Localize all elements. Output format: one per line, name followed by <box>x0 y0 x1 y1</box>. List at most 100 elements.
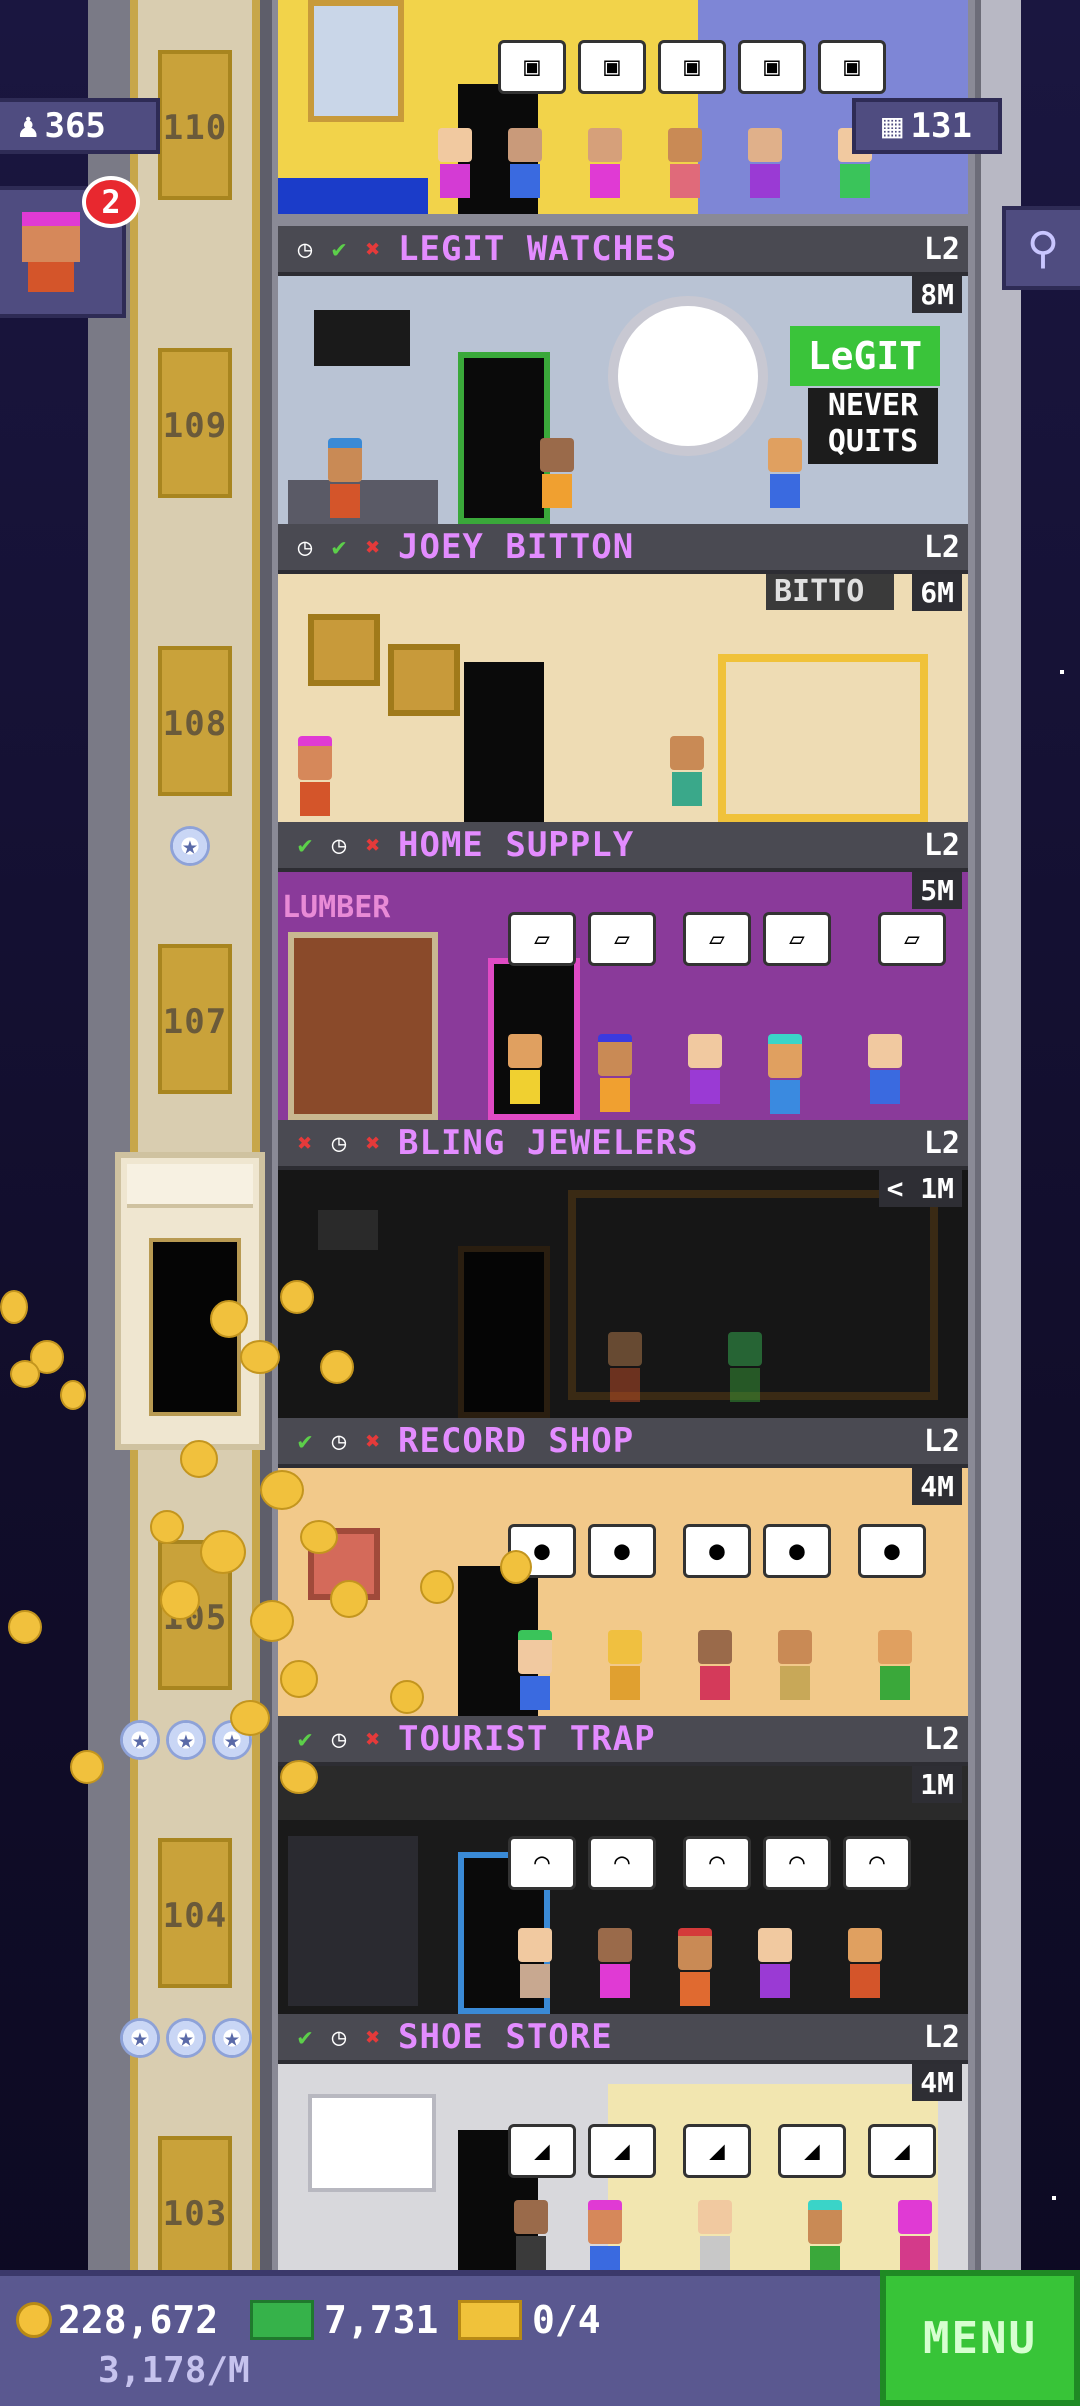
shoe-poster <box>308 2094 436 2192</box>
bitizen[interactable] <box>588 128 622 208</box>
coins-display[interactable]: 228,672 <box>16 2298 218 2342</box>
bitizen[interactable] <box>698 1630 732 1710</box>
bitizen[interactable] <box>540 438 574 518</box>
bux-display[interactable]: 7,731 <box>250 2298 438 2342</box>
star-icon: ★ <box>170 826 210 866</box>
thought-bubble-shoe-icon: ◢ <box>683 2124 751 2178</box>
earnings-badge: 6M <box>912 574 962 611</box>
bitizen[interactable] <box>878 1630 912 1710</box>
elevator-car[interactable] <box>115 1152 265 1450</box>
coin-effect <box>10 1360 40 1388</box>
store-level: L2 <box>923 2020 960 2055</box>
bitizen[interactable] <box>688 1034 722 1114</box>
bitizen[interactable] <box>518 1928 552 2008</box>
search-button[interactable]: ⚲ <box>1002 206 1080 290</box>
store-level: L2 <box>923 530 960 565</box>
floor-108[interactable]: ◷ ✔ ✖ JOEY BITTON L2 BITTO 6M <box>278 524 968 822</box>
coin-effect <box>280 1760 318 1794</box>
bottom-bar: 228,672 3,178/M 7,731 0/4 MENU <box>0 2270 1080 2406</box>
bitizen[interactable] <box>598 1034 632 1114</box>
thought-bubble-shoe-icon: ◢ <box>508 2124 576 2178</box>
store-sign[interactable]: ✔ ◷ ✖ TOURIST TRAP L2 <box>278 1716 968 1766</box>
thought-bubble-ticket-icon: ▣ <box>738 40 806 94</box>
coin-effect <box>330 1580 368 1618</box>
store-level: L2 <box>923 232 960 267</box>
bitizen[interactable] <box>298 736 332 816</box>
bitizen[interactable] <box>678 1928 712 2008</box>
slogan-line: QUITS <box>827 424 919 459</box>
bitizen[interactable] <box>508 128 542 208</box>
bitizen[interactable] <box>328 438 362 518</box>
coin-effect <box>180 1440 218 1478</box>
earnings-badge: 4M <box>912 1468 962 1505</box>
coin-effect <box>200 1530 246 1574</box>
floor-103[interactable]: ✔ ◷ ✖ SHOE STORE L2 ◢ ◢ ◢ ◢ ◢ 4M <box>278 2014 968 2270</box>
floor-105[interactable]: ✔ ◷ ✖ RECORD SHOP L2 ● ● ● ● ● 4M <box>278 1418 968 1716</box>
floor-106[interactable]: ✖ ◷ ✖ BLING JEWELERS L2 < 1M <box>278 1120 968 1418</box>
purse-shelf <box>718 654 928 822</box>
star-icon: ★ <box>166 1720 206 1760</box>
bitizen[interactable] <box>608 1630 642 1710</box>
counter <box>278 178 428 214</box>
status-icons: ◷ ✔ ✖ <box>290 234 388 264</box>
bitizen[interactable] <box>598 1928 632 2008</box>
floor-107[interactable]: ✔ ◷ ✖ HOME SUPPLY L2 LUMBER ▱ ▱ ▱ ▱ ▱ 5M <box>278 822 968 1120</box>
bitizen[interactable] <box>868 1034 902 1114</box>
store-sign[interactable]: ✔ ◷ ✖ HOME SUPPLY L2 <box>278 822 968 872</box>
bitizen[interactable] <box>728 1332 762 1412</box>
bitizen[interactable] <box>768 438 802 518</box>
bitizen[interactable] <box>438 128 472 208</box>
slogan-sign: NEVER QUITS <box>808 388 938 464</box>
bitizen[interactable] <box>670 736 704 816</box>
person-icon: ♟ <box>18 106 39 146</box>
bitizen[interactable] <box>518 1630 552 1710</box>
check-icon: ✔ <box>297 2023 313 2051</box>
clock-icon: ◷ <box>331 1725 347 1753</box>
star-decoration <box>1052 2196 1056 2200</box>
bitizen[interactable] <box>668 128 702 208</box>
status-icons: ✔ ◷ ✖ <box>290 2022 388 2052</box>
floor-number: 107 <box>162 1002 228 1042</box>
bitizen[interactable] <box>608 1332 642 1412</box>
store-sign[interactable]: ✔ ◷ ✖ RECORD SHOP L2 <box>278 1418 968 1468</box>
floor-104[interactable]: ✔ ◷ ✖ TOURIST TRAP L2 ◠ ◠ ◠ ◠ ◠ 1M <box>278 1716 968 2014</box>
bitizen[interactable] <box>508 1034 542 1114</box>
tickets-display[interactable]: 0/4 <box>458 2298 601 2342</box>
coin-effect <box>280 1280 314 1314</box>
bitizen[interactable] <box>758 1928 792 2008</box>
bitizen[interactable] <box>898 2200 932 2270</box>
store-level: L2 <box>923 1126 960 1161</box>
bitizen[interactable] <box>514 2200 548 2270</box>
x-icon: ✖ <box>365 1129 381 1157</box>
thought-bubble-ticket-icon: ▣ <box>578 40 646 94</box>
population-counter[interactable]: ♟ 365 <box>0 98 160 154</box>
floor-number: 104 <box>162 1896 228 1936</box>
bitizen[interactable] <box>588 2200 622 2270</box>
souvenir-shelf <box>278 1766 968 1820</box>
floor-number: 108 <box>162 704 228 744</box>
thought-bubble-plank-icon: ▱ <box>683 912 751 966</box>
check-icon: ✔ <box>331 235 347 263</box>
x-icon: ✖ <box>365 1427 381 1455</box>
coin-effect <box>280 1660 318 1698</box>
menu-button[interactable]: MENU <box>880 2270 1080 2406</box>
store-name: SHOE STORE <box>398 2017 613 2057</box>
bitizen[interactable] <box>768 1034 802 1114</box>
floor-109[interactable]: ◷ ✔ ✖ LEGIT WATCHES L2 LeGIT NEVER QUITS… <box>278 226 968 524</box>
x-icon: ✖ <box>365 1725 381 1753</box>
coin-effect <box>240 1340 280 1374</box>
store-sign[interactable]: ◷ ✔ ✖ JOEY BITTON L2 <box>278 524 968 574</box>
store-sign[interactable]: ◷ ✔ ✖ LEGIT WATCHES L2 <box>278 226 968 276</box>
bitizen[interactable] <box>748 128 782 208</box>
bitizen[interactable] <box>808 2200 842 2270</box>
floor-counter[interactable]: ▦ 131 <box>852 98 1002 154</box>
thought-bubble-record-icon: ● <box>858 1524 926 1578</box>
bitizen[interactable] <box>778 1630 812 1710</box>
star-icon: ★ <box>166 2018 206 2058</box>
store-sign[interactable]: ✔ ◷ ✖ SHOE STORE L2 <box>278 2014 968 2064</box>
population-value: 365 <box>44 106 106 146</box>
elevator-shaft[interactable]: 110 109 108 107 105 104 103 <box>130 0 260 2286</box>
bitizen[interactable] <box>848 1928 882 2008</box>
store-sign[interactable]: ✖ ◷ ✖ BLING JEWELERS L2 <box>278 1120 968 1170</box>
bitizen[interactable] <box>698 2200 732 2270</box>
